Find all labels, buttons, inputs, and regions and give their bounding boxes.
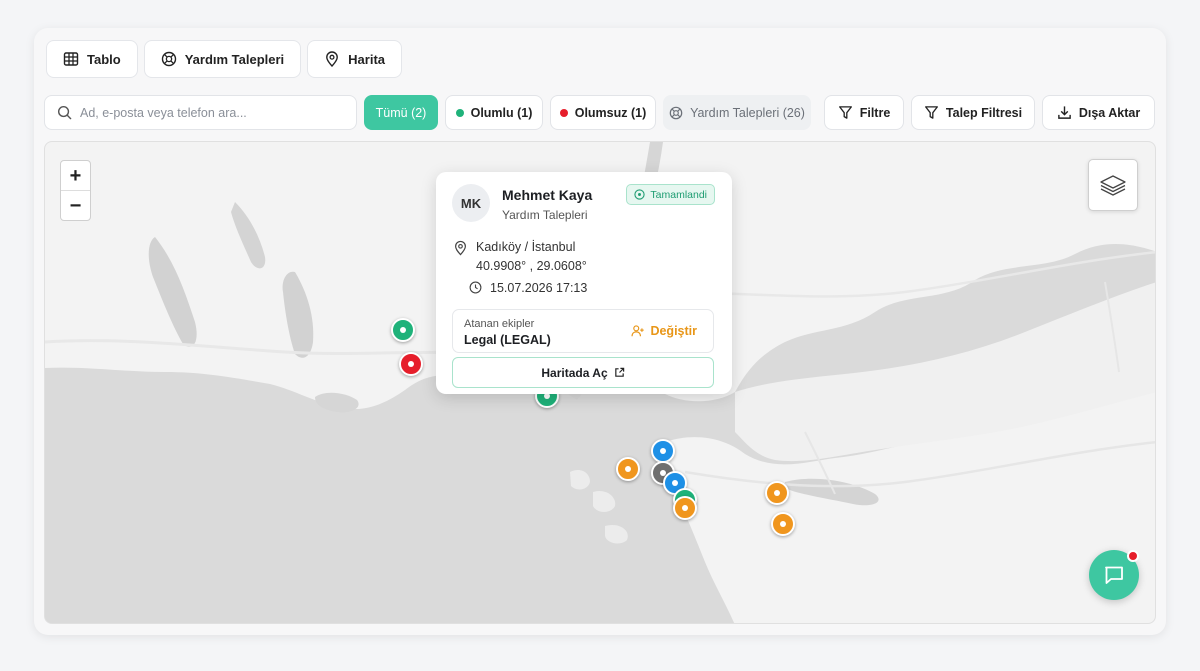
tab-help-requests[interactable]: Yardım Talepleri [143, 40, 302, 78]
filter-all-button[interactable]: Tümü (2) [364, 95, 438, 130]
map-marker[interactable] [673, 496, 697, 520]
positive-dot-icon [455, 108, 464, 117]
filter-help-requests-label: Yardım Talepleri (26) [690, 105, 805, 120]
zoom-in-button[interactable]: + [61, 161, 90, 191]
lifebuoy-icon [161, 51, 176, 67]
chat-icon [1105, 566, 1123, 584]
popup-datetime: 15.07.2026 17:13 [490, 281, 588, 295]
tab-help-requests-label: Yardım Talepleri [184, 51, 285, 67]
filter-all-label: Tümü (2) [375, 105, 427, 120]
table-icon [63, 52, 79, 66]
popup-location-row: Kadıköy / İstanbul 40.9908° , 29.0608° [453, 240, 587, 273]
funnel-icon [838, 106, 852, 119]
map-marker[interactable] [399, 352, 423, 376]
assigned-teams-box: Atanan ekipler Legal (LEGAL) Değiştir [452, 309, 714, 353]
notification-dot [1127, 550, 1139, 562]
filter-negative-label: Olumsuz (1) [574, 105, 647, 120]
filter-positive-label: Olumlu (1) [470, 105, 533, 120]
export-label: Dışa Aktar [1078, 105, 1141, 120]
map-pin-icon [455, 240, 466, 256]
map-marker[interactable] [391, 318, 415, 342]
search-icon [57, 105, 72, 120]
tab-map-label: Harita [348, 51, 386, 67]
popup-location-text: Kadıköy / İstanbul 40.9908° , 29.0608° [476, 240, 587, 273]
filter-button-label: Filtre [859, 105, 891, 120]
tab-map[interactable]: Harita [307, 40, 403, 78]
search-box [44, 95, 357, 130]
tab-table-label: Tablo [87, 51, 121, 67]
download-icon [1057, 106, 1071, 119]
popup-coords: 40.9908° , 29.0608° [476, 259, 587, 273]
zoom-out-button[interactable]: − [61, 191, 90, 221]
map-marker[interactable] [651, 439, 675, 463]
request-filter-button[interactable]: Talep Filtresi [911, 95, 1035, 130]
filter-negative-button[interactable]: Olumsuz (1) [550, 95, 656, 130]
check-circle-icon [634, 189, 646, 200]
popup-name: Mehmet Kaya [502, 187, 593, 203]
main-card: Tablo Yardım Talepleri Harita Ad, e-post… [34, 28, 1166, 635]
clock-icon [469, 281, 482, 294]
funnel-icon [924, 106, 938, 119]
popup-location: Kadıköy / İstanbul [476, 240, 576, 254]
search-input[interactable] [80, 105, 344, 120]
filter-positive-button[interactable]: Olumlu (1) [445, 95, 543, 130]
assigned-teams-label: Atanan ekipler [464, 318, 535, 330]
marker-popup: MK Mehmet Kaya Yardım Talepleri Tamamlan… [436, 172, 732, 394]
open-in-map-label: Haritada Aç [541, 365, 608, 380]
map-pin-icon [326, 51, 339, 67]
filter-button[interactable]: Filtre [824, 95, 904, 130]
layers-icon [1100, 175, 1126, 196]
assigned-teams-value: Legal (LEGAL) [464, 333, 551, 347]
map-marker[interactable] [765, 481, 789, 505]
map-marker[interactable] [771, 512, 795, 536]
toolbar: Tümü (2) Olumlu (1) Olumsuz (1) Yardım T… [44, 95, 1156, 130]
view-tabs: Tablo Yardım Talepleri Harita [46, 40, 403, 78]
negative-dot-icon [559, 108, 568, 117]
map-view[interactable]: + − MK Mehmet Kaya Yardım Talepleri Tama… [44, 141, 1156, 624]
open-in-map-button[interactable]: Haritada Aç [452, 357, 714, 388]
map-marker[interactable] [616, 457, 640, 481]
filter-help-requests-button[interactable]: Yardım Talepleri (26) [663, 95, 811, 130]
lifebuoy-icon [669, 106, 683, 119]
tab-table[interactable]: Tablo [46, 40, 138, 78]
status-badge-label: Tamamlandi [650, 188, 707, 201]
change-team-label: Değiştir [650, 324, 697, 338]
status-badge: Tamamlandi [626, 184, 715, 205]
user-plus-icon [631, 325, 645, 337]
popup-datetime-row: 15.07.2026 17:13 [469, 281, 587, 295]
avatar: MK [452, 184, 490, 222]
export-button[interactable]: Dışa Aktar [1042, 95, 1155, 130]
external-link-icon [614, 367, 624, 377]
request-filter-label: Talep Filtresi [945, 105, 1023, 120]
change-team-button[interactable]: Değiştir [631, 324, 697, 338]
popup-category: Yardım Talepleri [502, 208, 588, 222]
zoom-control: + − [60, 160, 91, 221]
layers-button[interactable] [1088, 159, 1138, 211]
